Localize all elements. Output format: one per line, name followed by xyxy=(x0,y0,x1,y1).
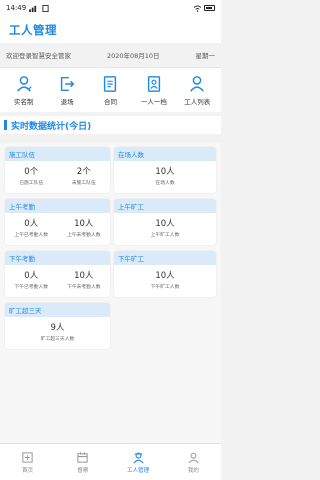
card-title: 旷工超三天 xyxy=(5,303,110,317)
welcome-text: 欢迎登录智慧安全管家 xyxy=(6,52,71,60)
user-icon xyxy=(188,452,199,463)
stat-item: 10人 上午未考勤人数 xyxy=(67,217,101,238)
menu-item-worker-list[interactable]: 工人列表 xyxy=(177,75,217,106)
app-header: 工人管理 xyxy=(0,16,221,43)
tab-label: 我的 xyxy=(187,467,199,474)
calendar-icon xyxy=(77,451,89,463)
menu-label: 退场 xyxy=(60,97,74,106)
menu-label: 工人列表 xyxy=(184,97,211,106)
stat-label: 未施工队伍 xyxy=(71,181,96,186)
tab-worker-management[interactable]: 工人管理 xyxy=(113,451,163,474)
menu-item-contract[interactable]: 合同 xyxy=(90,75,130,106)
quick-menu: 实名制 退场 合同 一人一档 工人列表 xyxy=(0,68,221,112)
battery-icon xyxy=(204,5,215,11)
welcome-bar: 欢迎登录智慧安全管家 2020年08月10日 星期一 xyxy=(0,43,221,68)
stat-label: 上午已考勤人数 xyxy=(14,233,49,238)
card-am-absent[interactable]: 上午旷工 10人 上午旷工人数 xyxy=(114,199,216,245)
stat-value: 10人 xyxy=(155,271,175,281)
stat-value: 10人 xyxy=(155,167,175,177)
stats-area: 施工队伍 0个 已施工队伍 2个 未施工队伍 在场人数 10人 在场人数 上午考… xyxy=(0,143,221,443)
stat-value: 2个 xyxy=(76,167,91,177)
card-title: 在场人数 xyxy=(114,147,216,161)
worker-list-icon xyxy=(190,75,205,92)
stat-label: 旷工超三天人数 xyxy=(40,337,75,342)
menu-item-profile[interactable]: 一人一档 xyxy=(134,75,174,106)
tab-me[interactable]: 我的 xyxy=(168,451,218,474)
card-title: 下午考勤 xyxy=(5,251,110,265)
wifi-icon xyxy=(193,4,202,12)
section-accent-bar xyxy=(4,120,7,130)
stat-item: 10人 在场人数 xyxy=(155,165,174,186)
section-header: 实时数据统计(今日) xyxy=(0,116,221,134)
menu-label: 合同 xyxy=(103,97,117,106)
tab-label: 督察 xyxy=(77,467,89,474)
section-title: 实时数据统计(今日) xyxy=(11,121,92,132)
card-construction-team[interactable]: 施工队伍 0个 已施工队伍 2个 未施工队伍 xyxy=(5,147,110,193)
stat-value: 0人 xyxy=(24,271,39,281)
bottom-tab-bar: 首页 督察 工人管理 我的 xyxy=(0,443,221,480)
exit-icon xyxy=(60,76,75,91)
card-pm-attendance[interactable]: 下午考勤 0人 下午已考勤人数 10人 下午未考勤人数 xyxy=(5,251,110,297)
card-am-attendance[interactable]: 上午考勤 0人 上午已考勤人数 10人 上午未考勤人数 xyxy=(5,199,110,245)
card-absent-over-3-days[interactable]: 旷工超三天 9人 旷工超三天人数 xyxy=(5,303,110,349)
card-title: 上午旷工 xyxy=(114,199,216,213)
stat-item: 0个 已施工队伍 xyxy=(19,165,43,186)
stat-value: 10人 xyxy=(74,219,94,229)
page-title: 工人管理 xyxy=(9,22,57,37)
stat-value: 0人 xyxy=(24,219,39,229)
menu-label: 一人一档 xyxy=(140,97,167,106)
card-title: 下午旷工 xyxy=(114,251,216,265)
stat-item: 2个 未施工队伍 xyxy=(72,165,96,186)
stat-value: 9人 xyxy=(50,323,65,333)
stat-label: 上午旷工人数 xyxy=(150,233,180,238)
signal-icon xyxy=(29,5,37,12)
card-title: 施工队伍 xyxy=(5,147,110,161)
sim-icon xyxy=(42,4,49,12)
menu-item-exit[interactable]: 退场 xyxy=(47,75,87,106)
stat-item: 10人 下午未考勤人数 xyxy=(67,269,101,290)
stat-item: 0人 下午已考勤人数 xyxy=(14,269,48,290)
tab-inspection[interactable]: 督察 xyxy=(58,451,108,474)
tab-label: 工人管理 xyxy=(127,467,150,474)
stat-label: 下午已考勤人数 xyxy=(14,285,49,290)
contract-icon xyxy=(104,75,117,92)
stat-value: 10人 xyxy=(155,219,175,229)
card-title: 上午考勤 xyxy=(5,199,110,213)
card-pm-absent[interactable]: 下午旷工 10人 下午旷工人数 xyxy=(114,251,216,297)
date-text: 2020年08月10日 xyxy=(106,52,160,60)
menu-label: 实名制 xyxy=(13,97,34,106)
stat-item: 10人 上午旷工人数 xyxy=(151,217,180,238)
home-icon xyxy=(22,451,33,463)
stat-label: 已施工队伍 xyxy=(19,181,44,186)
person-id-icon xyxy=(16,75,32,92)
stat-item: 9人 旷工超三天人数 xyxy=(41,321,75,342)
menu-item-real-name[interactable]: 实名制 xyxy=(4,75,44,106)
stat-value: 10人 xyxy=(74,271,94,281)
tab-home[interactable]: 首页 xyxy=(3,451,53,474)
weekday-text: 星期一 xyxy=(195,52,216,60)
stat-item: 10人 下午旷工人数 xyxy=(151,269,180,290)
stat-label: 下午旷工人数 xyxy=(150,285,180,290)
status-bar: 14:49 xyxy=(0,0,221,16)
card-on-site[interactable]: 在场人数 10人 在场人数 xyxy=(114,147,216,193)
worker-icon xyxy=(133,452,144,463)
profile-doc-icon xyxy=(147,75,160,92)
stat-label: 在场人数 xyxy=(155,181,175,186)
stat-item: 0人 上午已考勤人数 xyxy=(14,217,48,238)
stat-label: 下午未考勤人数 xyxy=(66,285,101,290)
stat-label: 上午未考勤人数 xyxy=(66,233,101,238)
clock: 14:49 xyxy=(6,4,27,12)
tab-label: 首页 xyxy=(22,467,34,474)
stat-value: 0个 xyxy=(24,167,39,177)
